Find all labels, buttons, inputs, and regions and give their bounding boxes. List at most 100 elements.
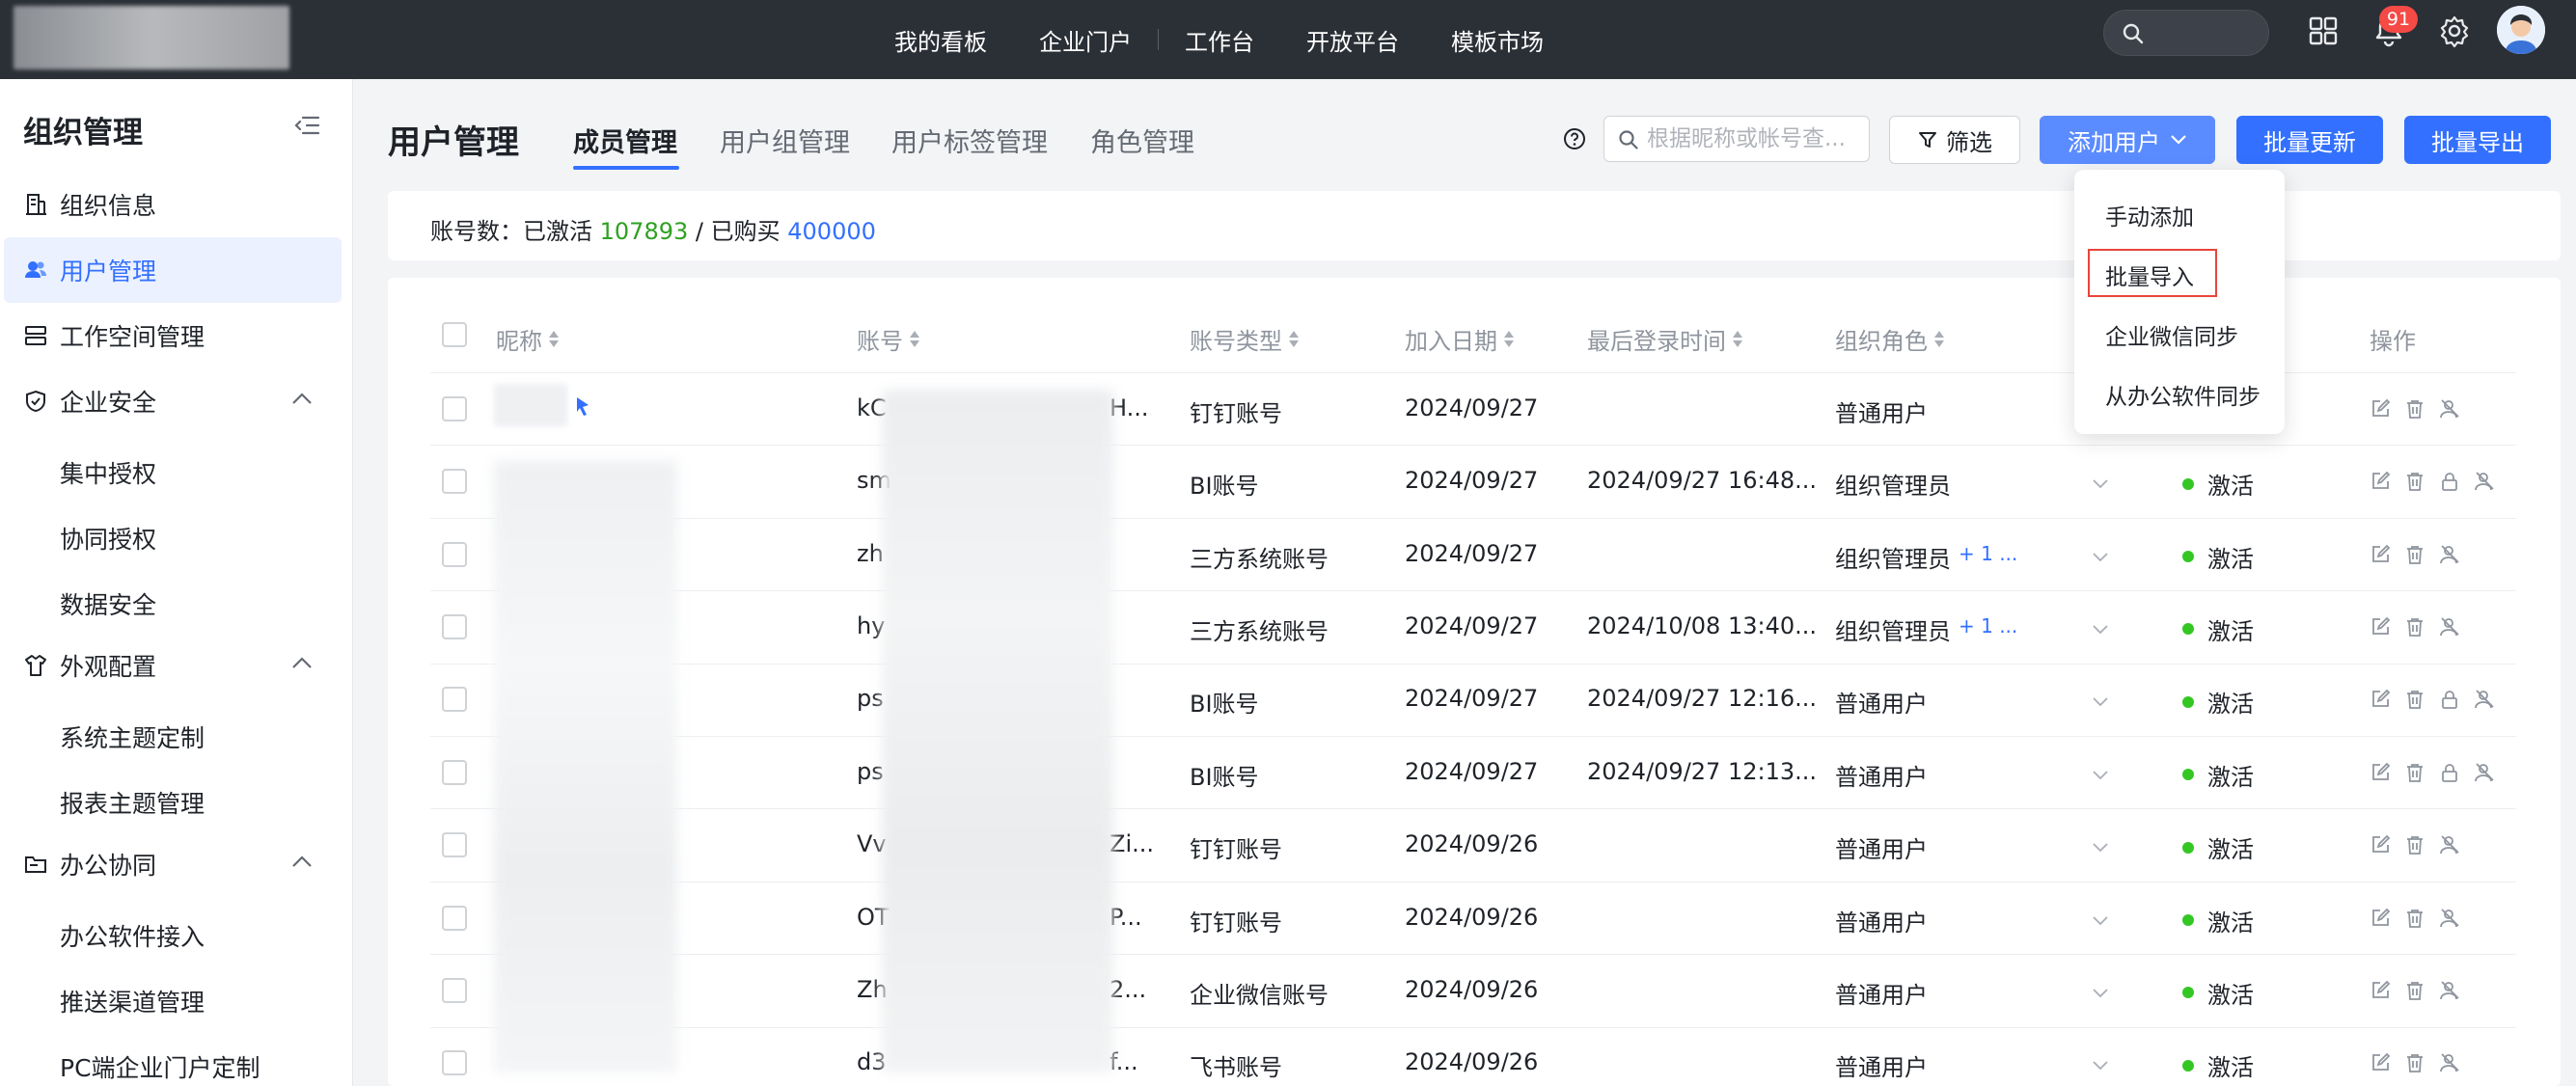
- sidebar-item-org-info[interactable]: 组织信息: [0, 172, 353, 237]
- filter-button[interactable]: 筛选: [1889, 116, 2020, 164]
- lock-icon[interactable]: [2439, 762, 2460, 783]
- menu-item-batch-import[interactable]: 批量导入: [2105, 258, 2194, 291]
- sidebar-item-workspace[interactable]: 工作空间管理: [0, 303, 353, 368]
- role-select-caret[interactable]: [2092, 767, 2109, 785]
- chevron-down-icon[interactable]: [2092, 770, 2109, 781]
- column-header-account-type[interactable]: 账号类型: [1190, 322, 1300, 356]
- disable-user-icon[interactable]: [2439, 398, 2462, 420]
- edit-icon[interactable]: [2370, 1052, 2391, 1073]
- chevron-down-icon[interactable]: [2092, 842, 2109, 854]
- chevron-down-icon[interactable]: [2092, 552, 2109, 563]
- sidebar-item-appearance[interactable]: 外观配置: [0, 633, 353, 698]
- tab-user-tags[interactable]: 用户标签管理: [891, 122, 1048, 159]
- chevron-up-icon[interactable]: [291, 656, 313, 669]
- role-select-caret[interactable]: [2092, 475, 2109, 494]
- disable-user-icon[interactable]: [2474, 762, 2497, 783]
- row-checkbox[interactable]: [442, 832, 467, 858]
- row-checkbox[interactable]: [442, 541, 467, 567]
- member-search[interactable]: [1603, 116, 1870, 162]
- column-header-account[interactable]: 账号: [857, 322, 920, 356]
- apps-grid-icon[interactable]: [2306, 14, 2341, 48]
- disable-user-icon[interactable]: [2474, 689, 2497, 710]
- delete-icon[interactable]: [2404, 616, 2425, 638]
- chevron-down-icon[interactable]: [2092, 624, 2109, 636]
- nav-template-market[interactable]: 模板市场: [1425, 23, 1570, 57]
- nav-workbench[interactable]: 工作台: [1159, 23, 1280, 57]
- column-header-org-role[interactable]: 组织角色: [1835, 322, 1945, 356]
- chevron-down-icon[interactable]: [2092, 915, 2109, 927]
- role-select-caret[interactable]: [2092, 549, 2109, 567]
- column-header-join-date[interactable]: 加入日期: [1405, 322, 1515, 356]
- row-checkbox[interactable]: [442, 1050, 467, 1076]
- role-more-link[interactable]: + 1 ...: [1959, 614, 2017, 638]
- delete-icon[interactable]: [2404, 689, 2425, 710]
- sidebar-item-office-collab[interactable]: 办公协同: [0, 831, 353, 897]
- delete-icon[interactable]: [2404, 980, 2425, 1001]
- sidebar-subitem-centralized-auth[interactable]: 集中授权: [60, 455, 156, 490]
- edit-icon[interactable]: [2370, 980, 2391, 1001]
- edit-icon[interactable]: [2370, 544, 2391, 565]
- role-select-caret[interactable]: [2092, 912, 2109, 931]
- nav-my-dashboard[interactable]: 我的看板: [868, 23, 1013, 57]
- gear-icon[interactable]: [2437, 14, 2472, 48]
- role-more-link[interactable]: + 1 ...: [1959, 542, 2017, 565]
- menu-item-wecom-sync[interactable]: 企业微信同步: [2105, 318, 2238, 351]
- row-checkbox[interactable]: [442, 759, 467, 785]
- tab-user-groups[interactable]: 用户组管理: [720, 122, 850, 159]
- chevron-down-icon[interactable]: [2092, 988, 2109, 999]
- disable-user-icon[interactable]: [2439, 616, 2462, 638]
- sidebar-item-user-management[interactable]: 用户管理: [4, 237, 342, 303]
- column-header-nickname[interactable]: 昵称: [496, 322, 560, 356]
- edit-icon[interactable]: [2370, 616, 2391, 638]
- edit-icon[interactable]: [2370, 398, 2391, 420]
- role-select-caret[interactable]: [2092, 621, 2109, 639]
- sidebar-subitem-collab-auth[interactable]: 协同授权: [60, 521, 156, 556]
- row-checkbox[interactable]: [442, 687, 467, 713]
- column-header-last-login[interactable]: 最后登录时间: [1587, 322, 1743, 356]
- batch-export-button[interactable]: 批量导出: [2404, 116, 2551, 164]
- disable-user-icon[interactable]: [2439, 544, 2462, 565]
- disable-user-icon[interactable]: [2439, 908, 2462, 929]
- delete-icon[interactable]: [2404, 762, 2425, 783]
- sidebar-subitem-report-theme[interactable]: 报表主题管理: [60, 785, 205, 820]
- edit-icon[interactable]: [2370, 834, 2391, 855]
- search-input[interactable]: [1647, 124, 1863, 153]
- delete-icon[interactable]: [2404, 471, 2425, 492]
- tab-members[interactable]: 成员管理: [573, 122, 677, 159]
- sort-icon[interactable]: [548, 329, 560, 350]
- nav-enterprise-portal[interactable]: 企业门户: [1013, 23, 1158, 57]
- role-select-caret[interactable]: [2092, 693, 2109, 712]
- help-icon[interactable]: [1563, 127, 1586, 150]
- sidebar-subitem-pc-portal[interactable]: PC端企业门户定制: [60, 1049, 260, 1084]
- lock-icon[interactable]: [2439, 471, 2460, 492]
- select-all-checkbox[interactable]: [442, 322, 467, 347]
- edit-icon[interactable]: [2370, 689, 2391, 710]
- sidebar-subitem-push-channel[interactable]: 推送渠道管理: [60, 984, 205, 1018]
- batch-update-button[interactable]: 批量更新: [2236, 116, 2383, 164]
- delete-icon[interactable]: [2404, 908, 2425, 929]
- chevron-down-icon[interactable]: [2092, 478, 2109, 490]
- row-checkbox[interactable]: [442, 469, 467, 495]
- sort-icon[interactable]: [1732, 329, 1743, 350]
- sidebar-subitem-data-security[interactable]: 数据安全: [60, 586, 156, 621]
- edit-icon[interactable]: [2370, 762, 2391, 783]
- disable-user-icon[interactable]: [2474, 471, 2497, 492]
- disable-user-icon[interactable]: [2439, 1052, 2462, 1073]
- chevron-up-icon[interactable]: [291, 855, 313, 868]
- role-select-caret[interactable]: [2092, 985, 2109, 1003]
- delete-icon[interactable]: [2404, 398, 2425, 420]
- delete-icon[interactable]: [2404, 834, 2425, 855]
- sidebar-subitem-system-theme[interactable]: 系统主题定制: [60, 719, 205, 754]
- chevron-down-icon[interactable]: [2092, 696, 2109, 708]
- logo[interactable]: [14, 6, 289, 69]
- edit-icon[interactable]: [2370, 471, 2391, 492]
- add-user-button[interactable]: 添加用户: [2040, 116, 2215, 164]
- chevron-down-icon[interactable]: [2092, 1060, 2109, 1072]
- lock-icon[interactable]: [2439, 689, 2460, 710]
- menu-item-manual-add[interactable]: 手动添加: [2105, 199, 2194, 231]
- sort-icon[interactable]: [1933, 329, 1945, 350]
- chevron-up-icon[interactable]: [291, 392, 313, 405]
- role-select-caret[interactable]: [2092, 1057, 2109, 1075]
- delete-icon[interactable]: [2404, 544, 2425, 565]
- row-checkbox[interactable]: [442, 613, 467, 639]
